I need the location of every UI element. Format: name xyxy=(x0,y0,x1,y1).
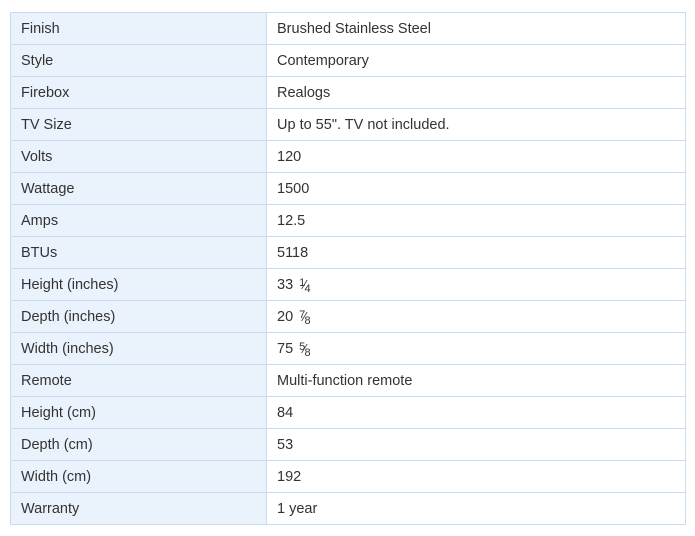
spec-value-whole: 20 xyxy=(277,308,294,325)
spec-value: 5118 xyxy=(266,236,686,269)
spec-row-height-inches: Height (inches) 33 1⁄4 xyxy=(10,268,686,301)
spec-row-wattage: Wattage 1500 xyxy=(10,172,686,205)
spec-label: Width (cm) xyxy=(10,460,267,493)
spec-label: Depth (inches) xyxy=(10,300,267,333)
fraction-denominator: 4 xyxy=(304,282,311,295)
spec-value: 84 xyxy=(266,396,686,429)
spec-label: Wattage xyxy=(10,172,267,205)
spec-value: 192 xyxy=(266,460,686,493)
spec-value: Brushed Stainless Steel xyxy=(266,12,686,45)
spec-row-finish: Finish Brushed Stainless Steel xyxy=(10,12,686,45)
spec-row-warranty: Warranty 1 year xyxy=(10,492,686,525)
spec-label: Warranty xyxy=(10,492,267,525)
spec-row-depth-cm: Depth (cm) 53 xyxy=(10,428,686,461)
spec-value-fraction: 1⁄4 xyxy=(299,276,311,295)
spec-label: Depth (cm) xyxy=(10,428,267,461)
spec-label: Firebox xyxy=(10,76,267,109)
spec-value: Multi-function remote xyxy=(266,364,686,397)
spec-value: 120 xyxy=(266,140,686,173)
spec-label: Height (cm) xyxy=(10,396,267,429)
spec-row-depth-inches: Depth (inches) 20 7⁄8 xyxy=(10,300,686,333)
spec-value: 53 xyxy=(266,428,686,461)
spec-row-firebox: Firebox Realogs xyxy=(10,76,686,109)
spec-label: Amps xyxy=(10,204,267,237)
spec-row-style: Style Contemporary xyxy=(10,44,686,77)
spec-value: 12.5 xyxy=(266,204,686,237)
spec-row-btus: BTUs 5118 xyxy=(10,236,686,269)
spec-label: Remote xyxy=(10,364,267,397)
spec-value: 75 5⁄8 xyxy=(266,332,686,365)
spec-label: Style xyxy=(10,44,267,77)
spec-label: TV Size xyxy=(10,108,267,141)
spec-value: 33 1⁄4 xyxy=(266,268,686,301)
spec-row-height-cm: Height (cm) 84 xyxy=(10,396,686,429)
fraction-denominator: 8 xyxy=(304,346,311,359)
spec-value: 1500 xyxy=(266,172,686,205)
spec-row-remote: Remote Multi-function remote xyxy=(10,364,686,397)
spec-row-volts: Volts 120 xyxy=(10,140,686,173)
fraction-denominator: 8 xyxy=(304,314,311,327)
spec-value-whole: 33 xyxy=(277,276,294,293)
spec-value: Contemporary xyxy=(266,44,686,77)
spec-label: BTUs xyxy=(10,236,267,269)
spec-value-fraction: 5⁄8 xyxy=(299,340,311,359)
spec-row-tv-size: TV Size Up to 55". TV not included. xyxy=(10,108,686,141)
spec-label: Width (inches) xyxy=(10,332,267,365)
spec-label: Volts xyxy=(10,140,267,173)
spec-value-whole: 75 xyxy=(277,340,294,357)
spec-value: Realogs xyxy=(266,76,686,109)
spec-value-fraction: 7⁄8 xyxy=(299,308,311,327)
spec-label: Finish xyxy=(10,12,267,45)
specifications-table: Finish Brushed Stainless Steel Style Con… xyxy=(10,12,686,525)
spec-row-width-cm: Width (cm) 192 xyxy=(10,460,686,493)
spec-value: 1 year xyxy=(266,492,686,525)
spec-value: Up to 55". TV not included. xyxy=(266,108,686,141)
spec-row-width-inches: Width (inches) 75 5⁄8 xyxy=(10,332,686,365)
spec-value: 20 7⁄8 xyxy=(266,300,686,333)
spec-label: Height (inches) xyxy=(10,268,267,301)
spec-row-amps: Amps 12.5 xyxy=(10,204,686,237)
